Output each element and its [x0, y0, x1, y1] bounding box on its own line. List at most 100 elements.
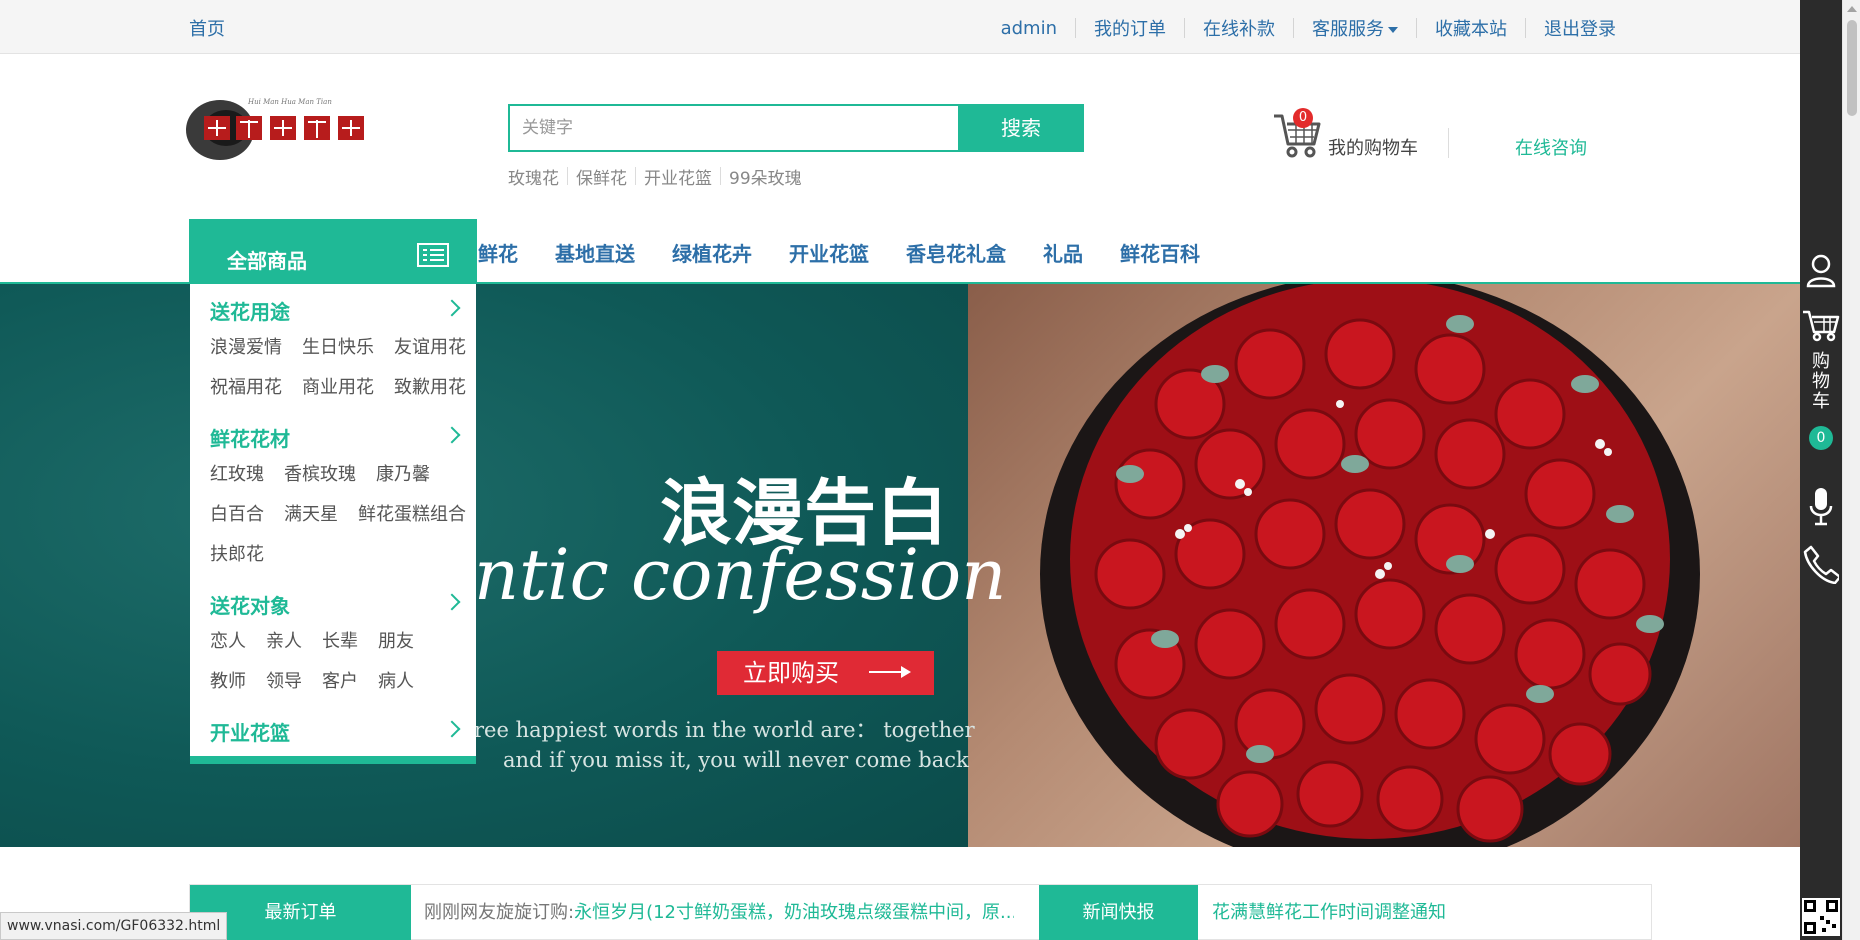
category-panel: 送花用途 浪漫爱情 生日快乐 友谊用花 祝福用花 商业用花 致歉用花 鲜花花材 …: [190, 284, 476, 764]
site-logo[interactable]: Hui Man Hua Man Tian: [186, 92, 390, 162]
user-icon[interactable]: [1800, 254, 1842, 288]
nav-item-flowers[interactable]: 鲜花: [478, 238, 518, 267]
category-row: 白百合 满天星 鲜花蛋糕组合: [210, 495, 466, 535]
category-row: 红玫瑰 香槟玫瑰 康乃馨: [210, 455, 460, 495]
scrollbar[interactable]: [1842, 0, 1860, 940]
category-title: 开业花篮: [210, 721, 290, 745]
category-link[interactable]: 满天星: [284, 495, 338, 535]
divider: [1448, 128, 1449, 158]
category-link[interactable]: 鲜花蛋糕组合: [358, 495, 466, 535]
main-nav: 鲜花 基地直送 绿植花卉 开业花篮 香皂花礼盒 礼品 鲜花百科: [478, 238, 1237, 267]
category-heading[interactable]: 鲜花花材: [210, 423, 461, 455]
customer-service-label: 客服服务: [1312, 19, 1384, 40]
category-link[interactable]: 恋人: [210, 622, 246, 662]
right-toolbar: 购物车 0: [1800, 0, 1842, 940]
all-goods-label: 全部商品: [227, 249, 307, 273]
order-ticker[interactable]: 刚刚网友旋旋订购:永恒岁月(12寸鲜奶蛋糕，奶油玫瑰点缀蛋糕中间，原...: [424, 885, 1014, 940]
nav-item-gifts[interactable]: 礼品: [1043, 238, 1083, 267]
hot-keywords: 玫瑰花 保鲜花 开业花篮 99朵玫瑰: [508, 164, 810, 189]
category-link[interactable]: 祝福用花: [210, 368, 282, 408]
news-link[interactable]: 花满慧鲜花工作时间调整通知: [1212, 885, 1446, 940]
hot-keyword[interactable]: 保鲜花: [568, 164, 635, 189]
svg-text:Hui Man Hua Man Tian: Hui Man Hua Man Tian: [247, 98, 332, 106]
news-tag: 新闻快报: [1039, 885, 1198, 940]
category-row: 扶郎花: [210, 535, 460, 575]
category-heading[interactable]: 送花对象: [210, 590, 461, 622]
category-link[interactable]: 生日快乐: [302, 328, 374, 368]
cart-icon[interactable]: [1800, 308, 1842, 342]
banner-script-text: ntic confession: [474, 534, 1007, 616]
category-link[interactable]: 教师: [210, 662, 246, 702]
nav-item-encyclopedia[interactable]: 鲜花百科: [1120, 238, 1200, 267]
ticker-text: 永恒岁月(12寸鲜奶蛋糕，奶油玫瑰点缀蛋糕中间，原...: [574, 902, 1014, 923]
hot-keyword[interactable]: 开业花篮: [636, 164, 720, 189]
customer-service-dropdown[interactable]: 客服服务: [1294, 15, 1416, 41]
category-link[interactable]: 康乃馨: [376, 455, 430, 495]
nav-item-direct[interactable]: 基地直送: [555, 238, 635, 267]
category-link[interactable]: 香槟玫瑰: [284, 455, 356, 495]
my-orders-link[interactable]: 我的订单: [1076, 15, 1184, 41]
category-group-material: 鲜花花材 红玫瑰 香槟玫瑰 康乃馨 白百合 满天星 鲜花蛋糕组合 扶郎花: [210, 423, 466, 575]
rose-bouquet-image: [1040, 284, 1700, 847]
scroll-up-icon[interactable]: [1847, 6, 1857, 12]
my-cart-link[interactable]: 我的购物车: [1328, 134, 1418, 160]
category-link[interactable]: 红玫瑰: [210, 455, 264, 495]
category-row: 浪漫爱情 生日快乐 友谊用花: [210, 328, 466, 368]
category-row: 教师 领导 客户 病人: [210, 662, 460, 702]
status-bar-url: www.vnasi.com/GF06332.html: [0, 912, 228, 940]
category-title: 送花对象: [210, 594, 290, 618]
category-link[interactable]: 病人: [378, 662, 414, 702]
category-link[interactable]: 亲人: [266, 622, 302, 662]
category-link[interactable]: 扶郎花: [210, 535, 264, 575]
hot-keyword[interactable]: 99朵玫瑰: [721, 164, 810, 189]
qr-code-icon[interactable]: [1802, 898, 1840, 936]
category-link[interactable]: 商业用花: [302, 368, 374, 408]
caret-down-icon: [1388, 27, 1398, 33]
category-link[interactable]: 白百合: [210, 495, 264, 535]
user-link[interactable]: admin: [983, 18, 1075, 39]
category-link[interactable]: 浪漫爱情: [210, 328, 282, 368]
chevron-right-icon: [443, 593, 461, 611]
category-link[interactable]: 致歉用花: [394, 368, 466, 408]
sidebar-cart-label[interactable]: 购物车: [1800, 352, 1842, 412]
chevron-right-icon: [443, 426, 461, 444]
microphone-icon[interactable]: [1800, 486, 1842, 526]
buy-now-label: 立即购买: [743, 659, 839, 687]
category-heading[interactable]: 开业花篮: [210, 717, 461, 749]
bookmark-link[interactable]: 收藏本站: [1417, 15, 1525, 41]
cart-count-badge: 0: [1293, 108, 1313, 128]
category-row: 祝福用花 商业用花 致歉用花: [210, 368, 466, 408]
buy-now-button[interactable]: 立即购买: [717, 651, 934, 695]
arrow-right-icon: [869, 666, 911, 678]
category-group-purpose: 送花用途 浪漫爱情 生日快乐 友谊用花 祝福用花 商业用花 致歉用花: [210, 296, 466, 408]
page: 首页 admin 我的订单 在线补款 客服服务 收藏本站 退出登录 Hui Ma…: [0, 0, 1860, 940]
nav-item-baskets[interactable]: 开业花篮: [789, 238, 869, 267]
category-row: 恋人 亲人 长辈 朋友: [210, 622, 460, 662]
search-input[interactable]: 关键字: [508, 104, 960, 152]
nav-item-plants[interactable]: 绿植花卉: [672, 238, 752, 267]
category-link[interactable]: 长辈: [322, 622, 358, 662]
top-links: admin 我的订单 在线补款 客服服务 收藏本站 退出登录: [983, 15, 1634, 41]
category-heading[interactable]: 送花用途: [210, 296, 461, 328]
category-title: 送花用途: [210, 300, 290, 324]
nav-item-soap-gift[interactable]: 香皂花礼盒: [906, 238, 1006, 267]
category-link[interactable]: 领导: [266, 662, 302, 702]
home-link[interactable]: 首页: [189, 15, 225, 41]
logout-link[interactable]: 退出登录: [1526, 15, 1634, 41]
phone-icon[interactable]: [1800, 544, 1842, 584]
search-button[interactable]: 搜索: [958, 104, 1084, 152]
category-link[interactable]: 友谊用花: [394, 328, 466, 368]
banner-quote-line1: ree happiest words in the world are： tog…: [474, 718, 975, 742]
hot-keyword[interactable]: 玫瑰花: [508, 164, 567, 189]
category-group-recipient: 送花对象 恋人 亲人 长辈 朋友 教师 领导 客户 病人: [210, 590, 461, 702]
category-link[interactable]: 朋友: [378, 622, 414, 662]
online-payment-link[interactable]: 在线补款: [1185, 15, 1293, 41]
online-consult-link[interactable]: 在线咨询: [1515, 134, 1587, 160]
chevron-right-icon: [443, 299, 461, 317]
category-group-opening: 开业花篮: [210, 717, 461, 749]
all-goods-menu[interactable]: 全部商品: [189, 219, 477, 283]
news-strip: 最新订单 刚刚网友旋旋订购:永恒岁月(12寸鲜奶蛋糕，奶油玫瑰点缀蛋糕中间，原.…: [189, 884, 1652, 940]
scrollbar-thumb[interactable]: [1847, 20, 1857, 116]
list-menu-icon: [417, 243, 449, 267]
category-link[interactable]: 客户: [322, 662, 358, 702]
